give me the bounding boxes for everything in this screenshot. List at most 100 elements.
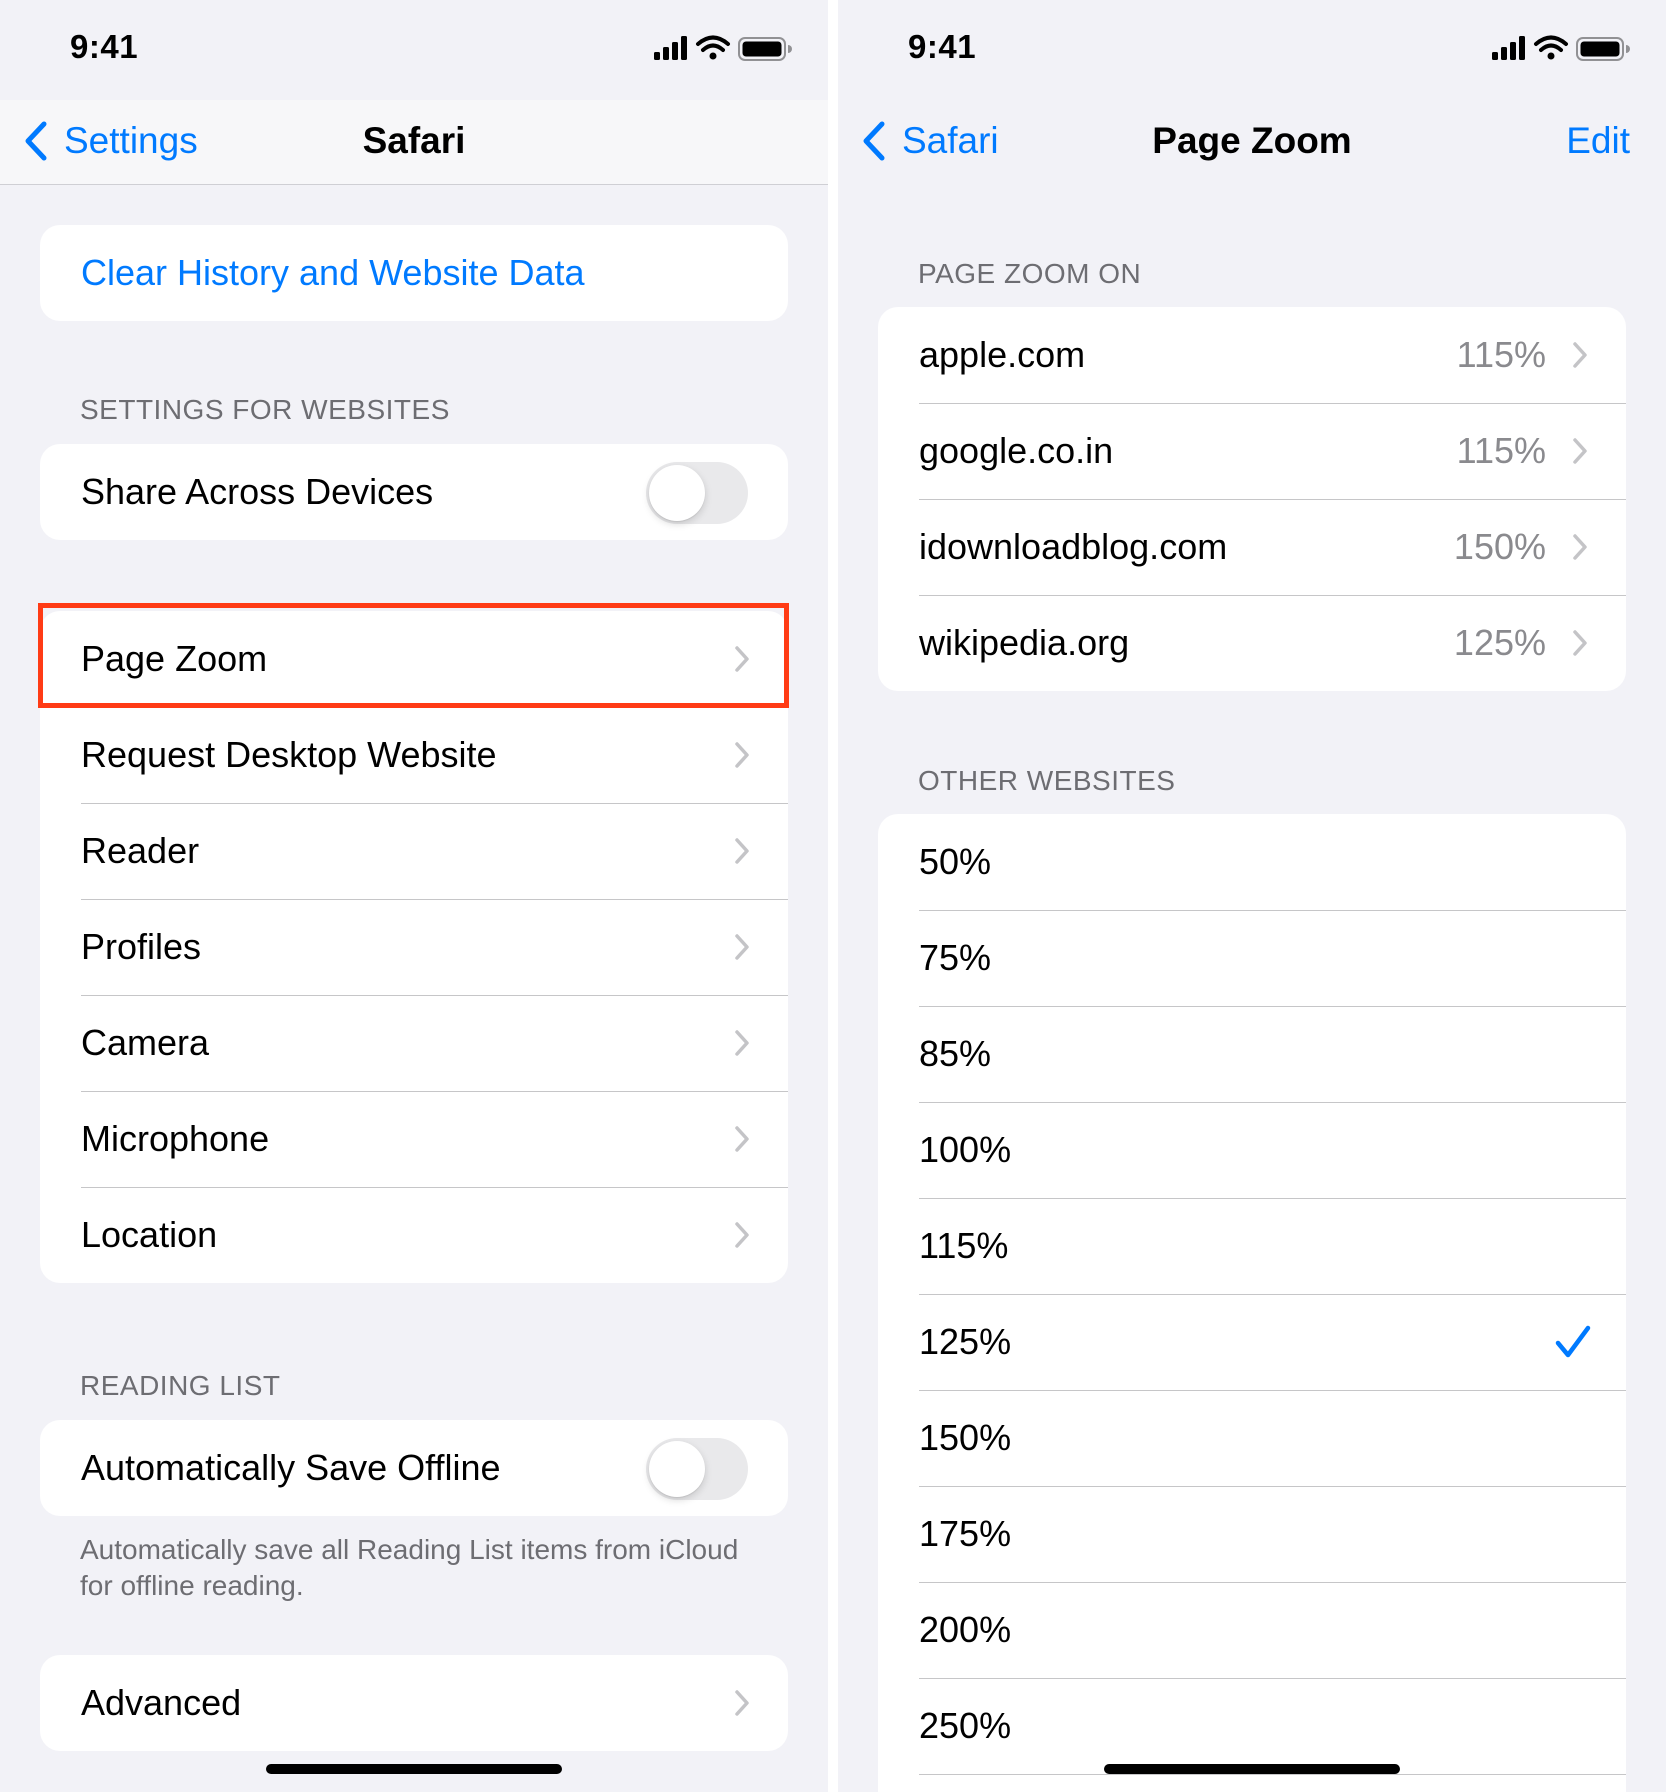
site-domain: google.co.in	[919, 430, 1114, 471]
chevron-right-icon	[735, 838, 749, 864]
row-label: Location	[81, 1214, 218, 1255]
row-label: Page Zoom	[81, 638, 268, 679]
zoom-option-label: 115%	[919, 1225, 1009, 1266]
chevron-right-icon	[735, 1222, 749, 1248]
section-header-other-websites: OTHER WEBSITES	[918, 765, 1176, 796]
chevron-right-icon	[1573, 342, 1587, 368]
reader-row[interactable]: Reader	[40, 803, 788, 899]
request-desktop-website-row[interactable]: Request Desktop Website	[40, 707, 788, 803]
status-icons	[1492, 32, 1632, 66]
page-zoom-row[interactable]: Page Zoom	[40, 611, 788, 707]
row-label: Request Desktop Website	[81, 734, 497, 775]
site-domain: wikipedia.org	[919, 622, 1130, 663]
status-bar: 9:41	[838, 0, 1666, 100]
site-row-idownloadblog[interactable]: idownloadblog.com 150%	[878, 499, 1626, 595]
status-icons	[654, 32, 794, 66]
home-indicator[interactable]	[266, 1764, 562, 1774]
site-domain: apple.com	[919, 334, 1086, 375]
wifi-icon	[1534, 35, 1568, 60]
battery-icon	[738, 37, 792, 61]
wifi-icon	[696, 35, 730, 60]
zoom-option-label: 100%	[919, 1129, 1012, 1170]
zoom-option-label: 175%	[919, 1513, 1012, 1554]
location-row[interactable]: Location	[40, 1187, 788, 1283]
zoom-option-row[interactable]: 175%	[878, 1486, 1626, 1582]
advanced-group: Advanced	[40, 1655, 788, 1751]
zoom-option-row-selected[interactable]: 125%	[878, 1294, 1626, 1390]
section-header-reading-list: READING LIST	[80, 1370, 281, 1401]
zoom-option-row[interactable]: 75%	[878, 910, 1626, 1006]
reading-list-footer: Automatically save all Reading List item…	[80, 1534, 739, 1601]
safari-settings-screen: 9:41 Settings Safari Clear History and W…	[0, 0, 828, 1792]
page-title: Safari	[362, 120, 466, 161]
microphone-row[interactable]: Microphone	[40, 1091, 788, 1187]
battery-icon	[1576, 37, 1630, 61]
website-settings-group: Page Zoom Request Desktop Website Reader…	[40, 611, 788, 1283]
page-zoom-screen: 9:41 Safari Page Zoom Edit PAGE ZOOM ON …	[838, 0, 1666, 1792]
row-label: Advanced	[81, 1682, 242, 1723]
chevron-right-icon	[1573, 438, 1587, 464]
edit-button[interactable]: Edit	[1566, 116, 1630, 166]
navigation-bar: Safari Page Zoom Edit	[838, 100, 1666, 184]
zoom-option-row[interactable]: 150%	[878, 1390, 1626, 1486]
row-label: Reader	[81, 830, 200, 871]
zoom-option-row[interactable]: 50%	[878, 814, 1626, 910]
zoom-option-label: 75%	[919, 937, 992, 978]
zoom-option-row[interactable]: 250%	[878, 1678, 1626, 1774]
page-title: Page Zoom	[1152, 120, 1352, 161]
zoom-option-row-partial[interactable]	[878, 1774, 1626, 1792]
clear-history-button[interactable]: Clear History and Website Data	[40, 225, 788, 321]
clear-history-group: Clear History and Website Data	[40, 225, 788, 321]
navigation-bar: Settings Safari	[0, 100, 828, 185]
auto-save-offline-label: Automatically Save Offline	[81, 1447, 501, 1488]
chevron-right-icon	[735, 742, 749, 768]
site-zoom-value: 115%	[1456, 334, 1546, 375]
home-indicator[interactable]	[1104, 1764, 1400, 1774]
chevron-right-icon	[1573, 630, 1587, 656]
zoom-option-row[interactable]: 200%	[878, 1582, 1626, 1678]
zoom-option-label: 200%	[919, 1609, 1012, 1650]
page-zoom-sites-group: apple.com 115% google.co.in 115% idownlo…	[878, 307, 1626, 691]
toggle-knob	[649, 1441, 705, 1497]
advanced-row[interactable]: Advanced	[40, 1655, 788, 1751]
share-across-devices-label: Share Across Devices	[81, 471, 434, 512]
camera-row[interactable]: Camera	[40, 995, 788, 1091]
row-label: Microphone	[81, 1118, 270, 1159]
site-row-google[interactable]: google.co.in 115%	[878, 403, 1626, 499]
zoom-option-row[interactable]: 115%	[878, 1198, 1626, 1294]
status-time: 9:41	[70, 28, 139, 65]
zoom-option-label: 250%	[919, 1705, 1012, 1746]
cellular-signal-icon	[1492, 36, 1525, 60]
site-row-wikipedia[interactable]: wikipedia.org 125%	[878, 595, 1626, 691]
zoom-option-row[interactable]: 100%	[878, 1102, 1626, 1198]
reading-list-group: Automatically Save Offline	[40, 1420, 788, 1516]
section-header-page-zoom-on: PAGE ZOOM ON	[918, 258, 1142, 289]
status-time: 9:41	[908, 28, 977, 65]
chevron-right-icon	[735, 646, 749, 672]
zoom-option-label: 150%	[919, 1417, 1012, 1458]
other-websites-group: 50% 75% 85% 100% 115% 125% 150% 175% 200…	[878, 814, 1626, 1792]
toggle-knob	[649, 465, 705, 521]
chevron-right-icon	[735, 934, 749, 960]
zoom-option-label: 85%	[919, 1033, 992, 1074]
row-label: Camera	[81, 1022, 210, 1063]
site-row-apple[interactable]: apple.com 115%	[878, 307, 1626, 403]
share-across-devices-group: Share Across Devices	[40, 444, 788, 540]
auto-save-offline-row: Automatically Save Offline	[40, 1420, 788, 1516]
site-zoom-value: 115%	[1456, 430, 1546, 471]
profiles-row[interactable]: Profiles	[40, 899, 788, 995]
site-zoom-value: 125%	[1453, 622, 1546, 663]
share-across-devices-toggle[interactable]	[646, 462, 748, 524]
zoom-option-row[interactable]: 85%	[878, 1006, 1626, 1102]
checkmark-icon	[1555, 1325, 1591, 1358]
site-domain: idownloadblog.com	[919, 526, 1228, 567]
auto-save-offline-toggle[interactable]	[646, 1438, 748, 1500]
section-header-settings-for-websites: SETTINGS FOR WEBSITES	[80, 394, 450, 425]
zoom-option-label: 50%	[919, 841, 992, 882]
chevron-right-icon	[1573, 534, 1587, 560]
share-across-devices-row: Share Across Devices	[40, 444, 788, 540]
chevron-right-icon	[735, 1030, 749, 1056]
site-zoom-value: 150%	[1453, 526, 1546, 567]
cellular-signal-icon	[654, 36, 687, 60]
chevron-right-icon	[735, 1126, 749, 1152]
